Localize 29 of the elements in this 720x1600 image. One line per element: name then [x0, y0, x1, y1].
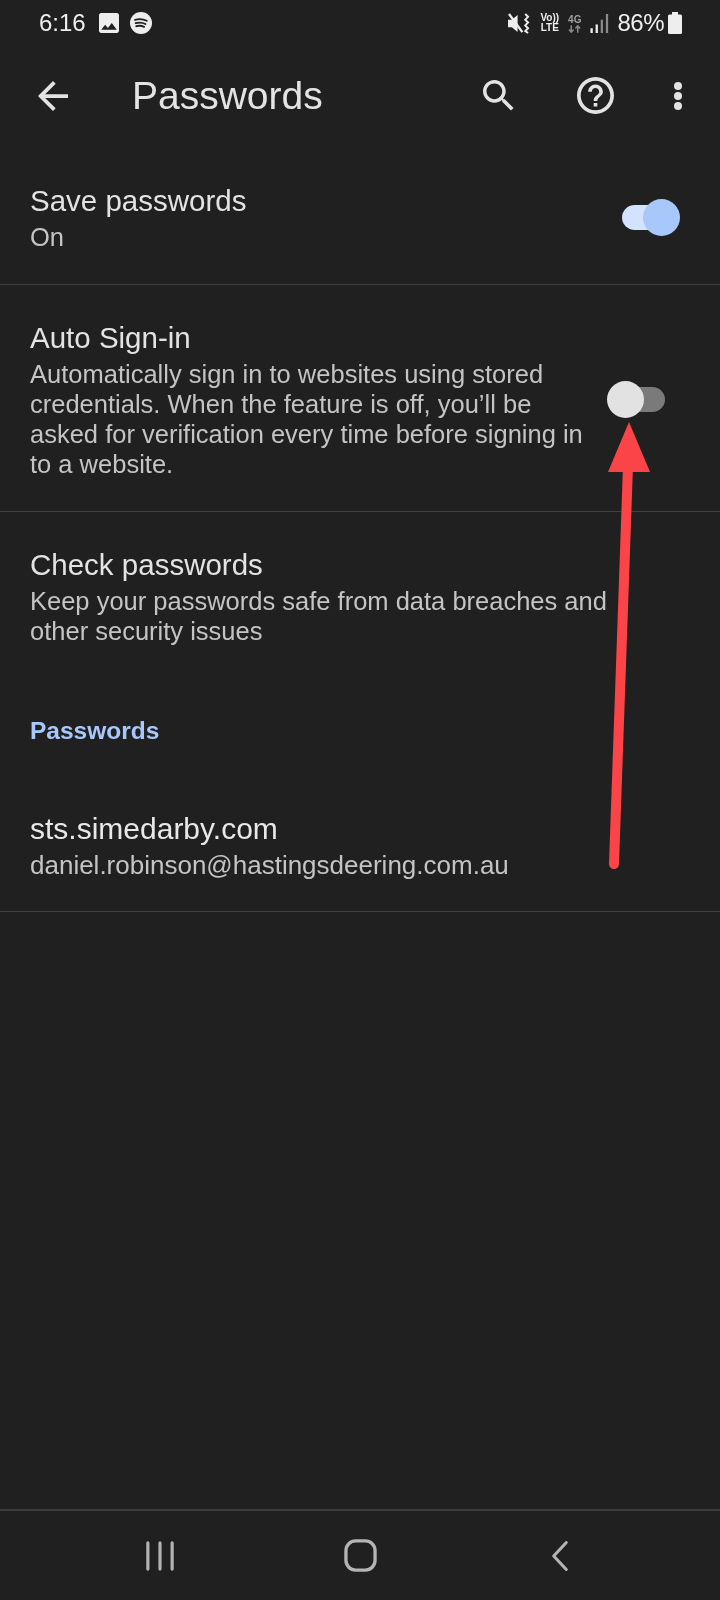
status-time: 6:16 — [39, 9, 86, 37]
home-icon — [343, 1539, 377, 1572]
toggle-switch[interactable] — [607, 381, 667, 418]
data-arrows-icon — [568, 24, 582, 33]
chevron-left-icon — [551, 1539, 569, 1572]
signal-icon — [590, 13, 610, 33]
setting-description: Automatically sign in to websites using stored credentials. When the feature is off, you’ll be asked for verification every time before signing in to a website. — [30, 359, 584, 479]
image-icon — [98, 13, 119, 33]
volte-indicator: Vo)) LTE — [540, 13, 560, 33]
search-icon — [483, 79, 515, 112]
recents-icon — [146, 1539, 174, 1572]
battery-percentage: 86% — [617, 9, 664, 37]
toggle-switch[interactable] — [620, 199, 680, 236]
setting-description: On — [30, 222, 66, 252]
setting-description: Keep your passwords safe from data breaches and other security issues — [30, 586, 608, 646]
username: daniel.robinson@hastingsdeering.com.au — [30, 850, 509, 880]
help-icon — [577, 77, 614, 114]
back-arrow-icon — [38, 80, 68, 111]
circle-waves-icon — [129, 12, 152, 34]
setting-title: Auto Sign-in — [30, 320, 192, 356]
section-header: Passwords — [30, 716, 160, 746]
site-name[interactable]: sts.simedarby.com — [30, 811, 278, 847]
battery-icon — [668, 12, 682, 34]
page-title: Passwords — [132, 73, 323, 118]
setting-title: Save passwords — [30, 183, 248, 219]
setting-title[interactable]: Check passwords — [30, 547, 614, 583]
more-vertical-icon — [674, 81, 682, 110]
network-type: 4G — [568, 13, 582, 25]
mute-vibrate-icon — [508, 12, 532, 34]
